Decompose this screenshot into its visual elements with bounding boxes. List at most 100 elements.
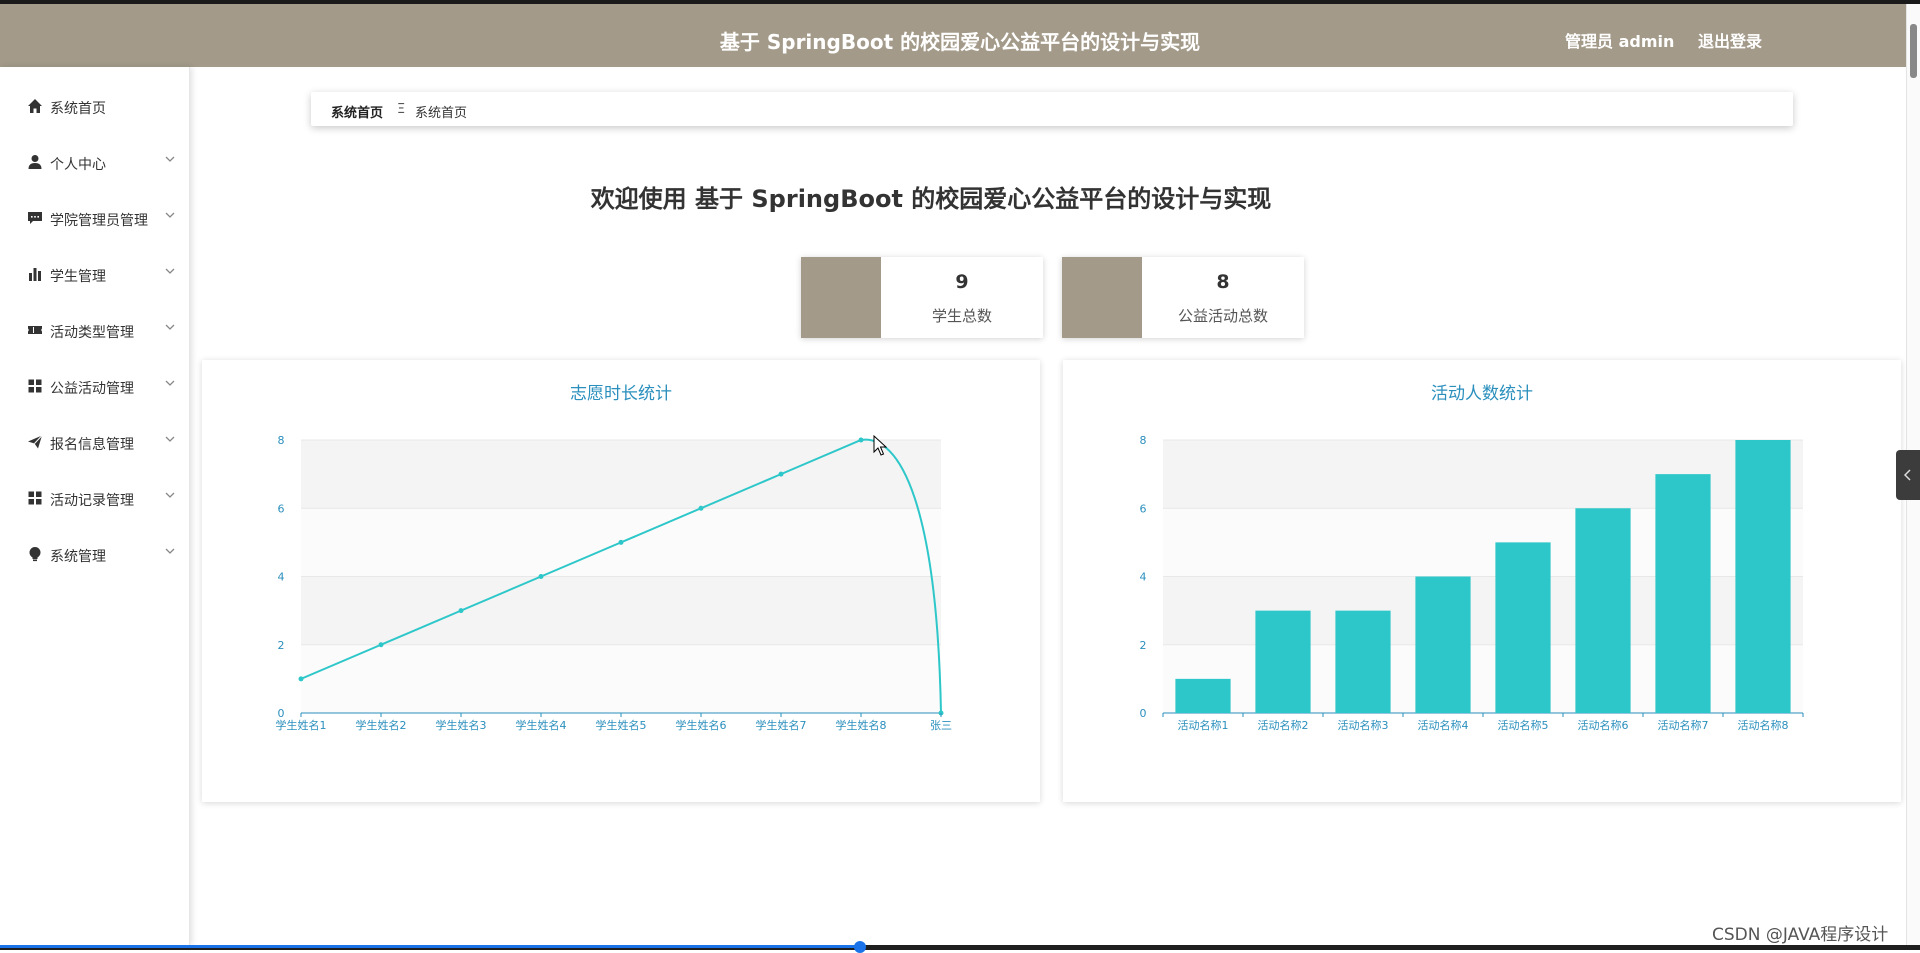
sidebar-item-activity-record[interactable]: 活动记录管理 [0, 478, 190, 518]
stat-swatch [1062, 257, 1142, 338]
data-point [858, 437, 864, 443]
sidebar-item-label: 系统首页 [50, 101, 106, 117]
x-tick-label: 学生姓名3 [436, 718, 487, 732]
sidebar-item-label: 活动记录管理 [50, 493, 134, 509]
x-tick-label: 学生姓名2 [356, 718, 407, 732]
top-header: 基于 SpringBoot 的校园爱心公益平台的设计与实现 管理员 admin … [0, 0, 1920, 67]
x-tick-label: 学生姓名5 [596, 718, 647, 732]
current-user-label: 管理员 admin [1565, 32, 1675, 51]
welcome-heading: 欢迎使用 基于 SpringBoot 的校园爱心公益平台的设计与实现 [590, 185, 1272, 213]
data-point [698, 505, 704, 511]
breadcrumb-root[interactable]: 系统首页 [331, 102, 383, 121]
stat-swatch [801, 257, 881, 338]
ticket-icon [28, 326, 42, 334]
stat-label: 公益活动总数 [1177, 307, 1268, 325]
y-tick-label: 2 [1140, 639, 1147, 652]
sidebar-item-registration[interactable]: 报名信息管理 [0, 422, 190, 462]
sidebar-item-label: 学生管理 [50, 269, 106, 285]
grid-band [301, 576, 941, 645]
y-tick-label: 0 [1140, 707, 1147, 720]
sidebar-item-label: 报名信息管理 [50, 437, 134, 453]
bar [1495, 542, 1551, 713]
volunteer-hours-chart-card: 志愿时长统计 0 2 4 6 8 学生姓名1 学生姓名2 学生姓名3 学生姓名4 学生姓名5 学生姓名… [202, 360, 1040, 802]
logout-button[interactable]: 退出登录 [1698, 28, 1762, 52]
chevron-down-icon [165, 212, 175, 218]
chevron-down-icon [165, 380, 175, 386]
mouse-cursor-icon [873, 435, 887, 456]
y-tick-label: 8 [278, 434, 285, 447]
x-tick-label: 学生姓名7 [756, 718, 807, 732]
sidebar-item-charity-activity[interactable]: 公益活动管理 [0, 366, 190, 406]
data-point [778, 471, 784, 477]
bar [1335, 610, 1391, 713]
grid-icon [28, 379, 42, 393]
sidebar-item-label: 学院管理员管理 [50, 213, 148, 229]
video-progress-handle[interactable] [854, 941, 866, 953]
chevron-left-icon [1903, 469, 1911, 481]
send-icon [28, 435, 43, 449]
breadcrumb-separator: Ξ [397, 102, 406, 117]
bar [1255, 610, 1311, 713]
video-progress-bar[interactable] [0, 945, 860, 948]
bar [1415, 576, 1471, 713]
watermark-text: CSDN @JAVA程序设计 [1712, 925, 1889, 945]
x-tick-label: 学生姓名6 [676, 718, 727, 732]
grid-band [301, 440, 941, 509]
home-icon [28, 99, 42, 113]
chevron-down-icon [165, 268, 175, 274]
stat-value: 8 [1216, 271, 1230, 293]
sidebar-item-home[interactable]: 系统首页 [0, 86, 190, 126]
y-tick-label: 8 [1140, 434, 1147, 447]
stat-label: 学生总数 [931, 307, 992, 325]
sidebar-item-system[interactable]: 系统管理 [0, 534, 190, 574]
sidebar-item-personal-center[interactable]: 个人中心 [0, 142, 190, 182]
main-content: 系统首页 Ξ 系统首页 欢迎使用 基于 SpringBoot 的校园爱心公益平台… [191, 67, 1906, 945]
stat-card-students: 9 学生总数 [801, 257, 1043, 338]
x-tick-label: 活动名称7 [1658, 718, 1709, 732]
sidebar-item-college-admin[interactable]: 学院管理员管理 [0, 198, 190, 238]
bar [1175, 678, 1231, 713]
bar [1735, 440, 1791, 713]
collapse-panel-button[interactable] [1896, 450, 1920, 500]
x-tick-label: 活动名称3 [1338, 718, 1389, 732]
data-point [458, 608, 464, 614]
bar [1655, 474, 1711, 713]
message-icon [28, 212, 42, 224]
sidebar-item-activity-type[interactable]: 活动类型管理 [0, 310, 190, 350]
sidebar-item-student[interactable]: 学生管理 [0, 254, 190, 294]
volunteer-hours-line-chart: 志愿时长统计02468学生姓名1 学生姓名2 学生姓名3 学生姓名4 学生姓名5 学生姓名… [276, 384, 953, 732]
chart-title: 志愿时长统计 [570, 384, 672, 404]
chevron-down-icon [165, 156, 175, 162]
grid-band [301, 644, 941, 713]
breadcrumb-current: 系统首页 [415, 106, 468, 121]
activity-participants-bar-chart: 活动人数统计 0 2 4 6 8 活动名称1 活动名称2 活动名称3 活动名称4 活动名称5 活动名称… [1140, 384, 1804, 732]
y-tick-label: 4 [1140, 571, 1147, 584]
x-tick-label: 活动名称5 [1498, 718, 1549, 732]
chevron-down-icon [165, 436, 175, 442]
sidebar-item-label: 个人中心 [50, 157, 106, 173]
x-tick-label: 学生姓名1 [276, 718, 327, 732]
stat-card-activities: 8 公益活动总数 [1062, 257, 1304, 338]
grid-icon [28, 491, 42, 505]
data-point [618, 539, 624, 545]
sidebar-item-label: 活动类型管理 [50, 325, 134, 341]
breadcrumb: 系统首页 Ξ 系统首页 [311, 92, 1793, 126]
x-tick-label: 学生姓名4 [516, 718, 567, 732]
y-tick-label: 4 [278, 571, 285, 584]
stat-value: 9 [955, 271, 969, 293]
chevron-down-icon [165, 492, 175, 498]
x-tick-label: 活动名称6 [1578, 718, 1629, 732]
sidebar: 系统首页 个人中心 学院管理员管理 学生管理 活动类型管理 公益活动管理 报名信… [0, 67, 190, 945]
data-point [378, 642, 384, 648]
bar [1575, 508, 1631, 713]
x-tick-label: 张三 [930, 719, 952, 732]
bar-chart-icon [29, 268, 41, 281]
chevron-down-icon [165, 548, 175, 554]
scrollbar-thumb[interactable] [1910, 24, 1917, 78]
data-point [298, 676, 304, 682]
user-icon [28, 155, 42, 169]
x-tick-label: 活动名称8 [1738, 718, 1789, 732]
y-tick-label: 6 [1140, 502, 1147, 515]
data-point [538, 574, 544, 579]
bulb-icon [29, 547, 41, 562]
